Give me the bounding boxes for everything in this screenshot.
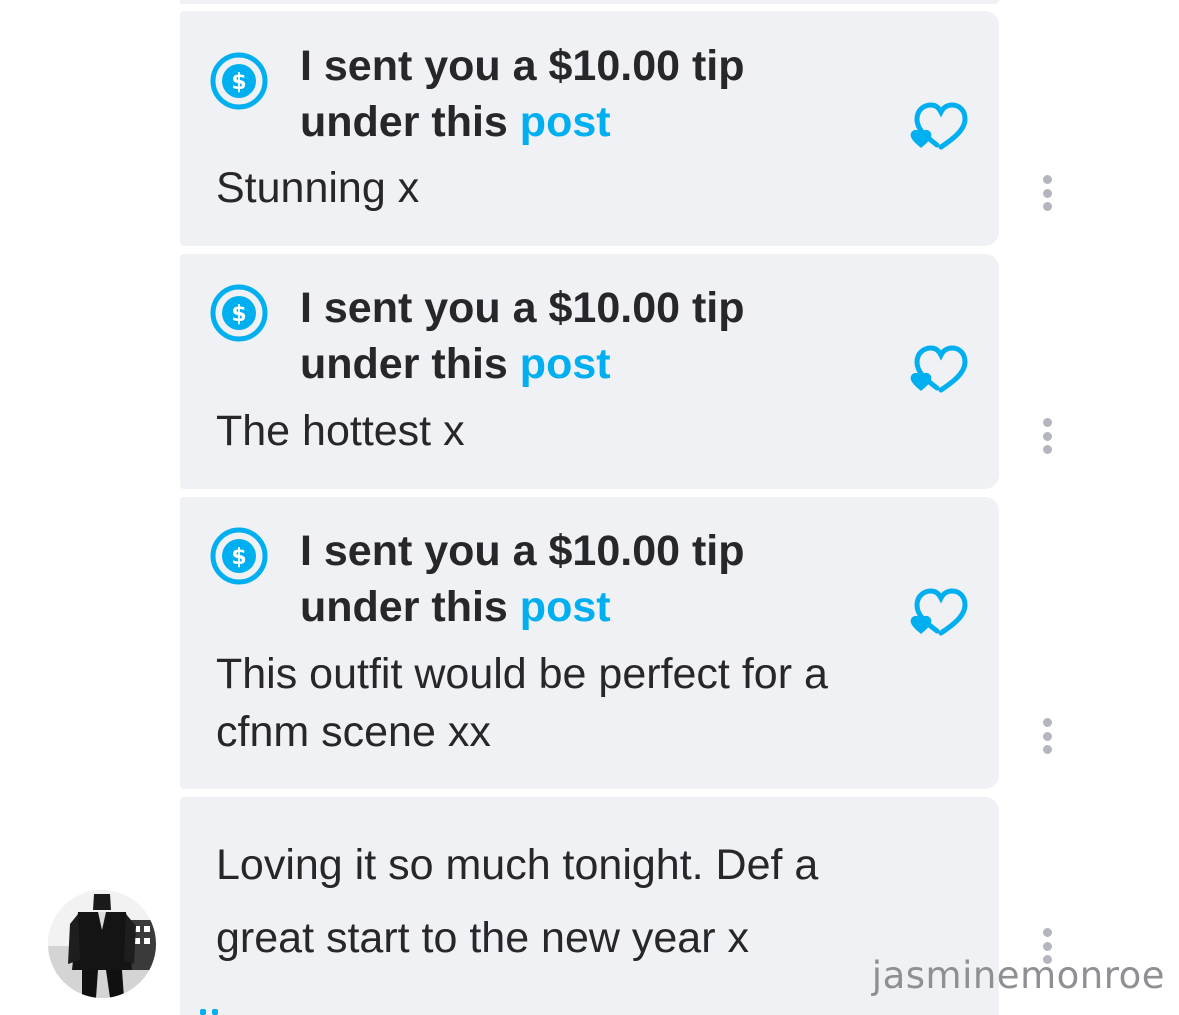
heart-tip-icon[interactable]: [907, 587, 969, 639]
message-text: Loving it so much tonight. Def a great s…: [216, 829, 818, 975]
message-line: This outfit would be perfect for a: [216, 650, 828, 698]
dollar-circle-icon: $: [210, 52, 268, 110]
message-text: This outfit would be perfect for a cfnm …: [216, 645, 828, 761]
typing-indicator-icon: [200, 1009, 218, 1015]
message-line: cfnm scene xx: [216, 708, 491, 756]
message-options-icon[interactable]: [1040, 718, 1054, 754]
heart-tip-icon[interactable]: [907, 101, 969, 153]
tip-post-line: under this post: [300, 579, 745, 635]
watermark-username: jasminemonroe: [871, 954, 1165, 997]
avatar-photo: [48, 890, 156, 998]
tip-message-bubble: $ I sent you a $10.00 tip under this pos…: [180, 254, 999, 489]
message-line: The hottest x: [216, 407, 465, 455]
message-text: Stunning x: [216, 159, 419, 217]
tip-message-bubble: $ I sent you a $10.00 tip under this pos…: [180, 497, 999, 789]
heart-tip-icon[interactable]: [907, 344, 969, 396]
message-options-icon[interactable]: [1040, 418, 1054, 454]
tip-title: I sent you a $10.00 tip under this post: [300, 38, 745, 150]
post-link[interactable]: post: [520, 583, 611, 631]
message-options-icon[interactable]: [1040, 175, 1054, 211]
tip-post-line: under this post: [300, 336, 745, 392]
tip-message-bubble: $ I sent you a $10.00 tip under this pos…: [180, 11, 999, 246]
tip-title: I sent you a $10.00 tip under this post: [300, 523, 745, 635]
avatar[interactable]: [48, 890, 156, 998]
dollar-circle-icon: $: [210, 284, 268, 342]
message-text: The hottest x: [216, 402, 465, 460]
svg-text:$: $: [231, 302, 246, 327]
tip-under-text: under this: [300, 340, 520, 388]
previous-message-bubble: [180, 0, 999, 4]
tip-amount-line: I sent you a $10.00 tip: [300, 284, 745, 332]
tip-under-text: under this: [300, 583, 520, 631]
message-line: great start to the new year x: [216, 914, 749, 962]
tip-amount-line: I sent you a $10.00 tip: [300, 42, 745, 90]
svg-text:$: $: [231, 545, 246, 570]
message-line: Loving it so much tonight. Def a: [216, 841, 819, 889]
post-link[interactable]: post: [520, 98, 611, 146]
svg-text:$: $: [231, 70, 246, 95]
tip-amount-line: I sent you a $10.00 tip: [300, 527, 745, 575]
tip-post-line: under this post: [300, 94, 745, 150]
tip-under-text: under this: [300, 98, 520, 146]
tip-title: I sent you a $10.00 tip under this post: [300, 280, 745, 392]
message-line: Stunning x: [216, 164, 420, 212]
dollar-circle-icon: $: [210, 527, 268, 585]
post-link[interactable]: post: [520, 340, 611, 388]
